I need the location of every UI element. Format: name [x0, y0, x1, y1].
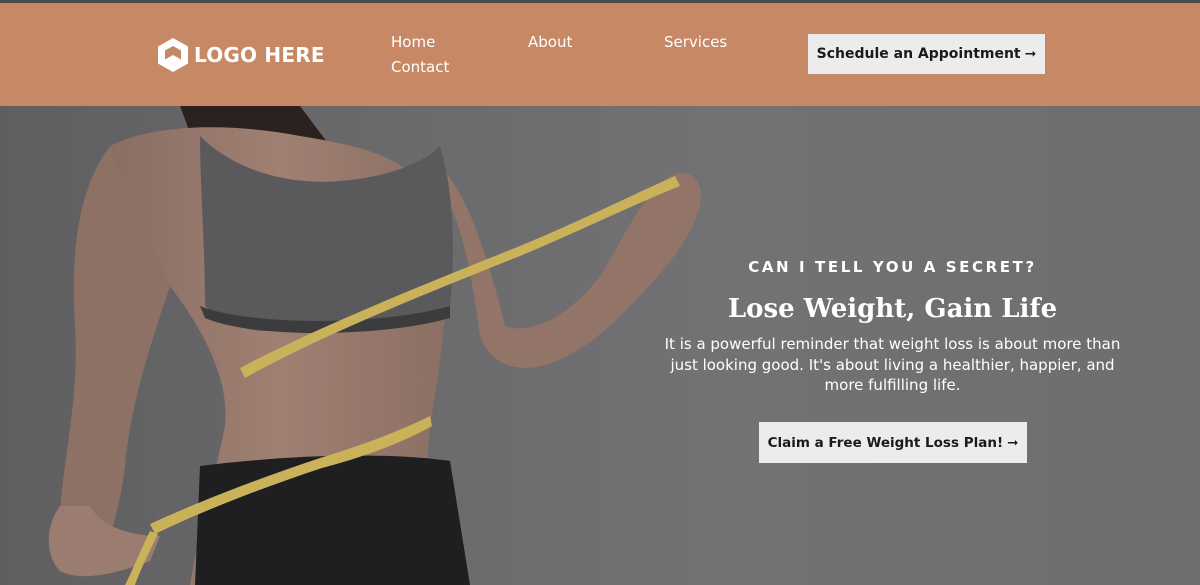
schedule-appointment-button[interactable]: Schedule an Appointment ➞: [808, 34, 1045, 74]
hero-eyebrow: CAN I TELL YOU A SECRET?: [748, 258, 1037, 276]
woman-measuring-waist-image: [48, 106, 701, 585]
schedule-button-label: Schedule an Appointment: [816, 46, 1021, 62]
nav-home[interactable]: Home: [391, 33, 435, 51]
claim-button-label: Claim a Free Weight Loss Plan!: [767, 434, 1004, 451]
nav-services[interactable]: Services: [664, 33, 727, 51]
claim-plan-button[interactable]: Claim a Free Weight Loss Plan! ➞: [759, 422, 1027, 463]
hero-headline: Lose Weight, Gain Life: [727, 294, 1058, 324]
nav-about[interactable]: About: [528, 33, 572, 51]
hexagon-logo-icon: [158, 38, 188, 72]
logo-text: LOGO HERE: [194, 43, 325, 67]
hero-section: CAN I TELL YOU A SECRET? Lose Weight, Ga…: [0, 106, 1200, 585]
site-header: LOGO HERE Home About Services Contact Sc…: [0, 3, 1200, 106]
hero-subtext: It is a powerful reminder that weight lo…: [664, 335, 1121, 394]
logo[interactable]: LOGO HERE: [156, 37, 325, 73]
arrow-right-icon: ➞: [1024, 46, 1037, 62]
arrow-right-icon: ➞: [1007, 434, 1019, 451]
nav-contact[interactable]: Contact: [391, 58, 449, 76]
